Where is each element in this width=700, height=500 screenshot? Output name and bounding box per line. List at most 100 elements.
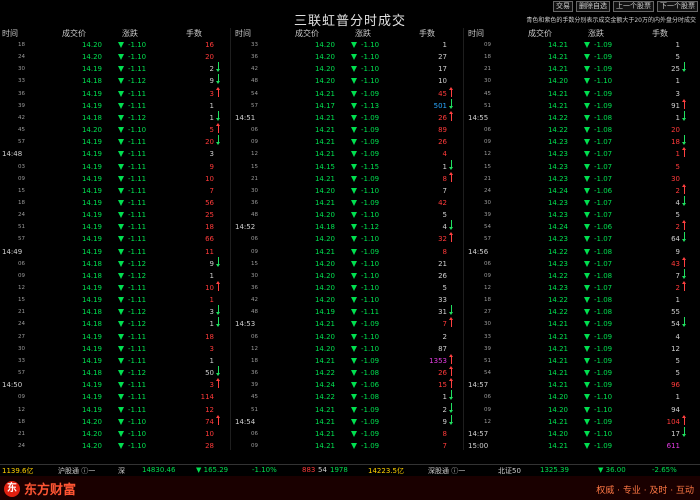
tick-row[interactable]: 36 14.22 -1.08 26 — [233, 366, 466, 379]
tick-row[interactable]: 33 14.21 -1.09 4 — [466, 330, 699, 343]
tick-row[interactable]: 42 14.18 -1.12 1 — [0, 110, 233, 124]
tick-row[interactable]: 06 14.18 -1.12 9 — [0, 256, 233, 270]
tick-row[interactable]: 15 14.23 -1.07 5 — [466, 160, 699, 173]
tick-row[interactable]: 39 14.19 -1.11 1 — [0, 99, 233, 112]
tick-row[interactable]: 18 14.20 -1.10 74 — [0, 414, 233, 428]
tick-row[interactable]: 06 14.20 -1.10 32 — [233, 232, 466, 245]
tick-row[interactable]: 12 14.19 -1.11 10 — [0, 281, 233, 294]
tick-row[interactable]: 33 14.18 -1.12 9 — [0, 74, 233, 87]
tick-row[interactable]: 12 14.20 -1.10 87 — [233, 342, 466, 355]
tick-row[interactable]: 15 14.15 -1.15 1 — [233, 159, 466, 173]
tick-row[interactable]: 24 14.20 -1.10 28 — [0, 439, 233, 452]
tick-row[interactable]: 21 14.21 -1.09 25 — [466, 62, 699, 75]
tick-row[interactable]: 54 14.21 -1.09 45 — [233, 86, 466, 100]
prev-stock-button[interactable]: 上一个股票 — [613, 1, 654, 12]
tick-row[interactable]: 15:00 14.21 -1.09 611 — [466, 439, 699, 452]
tick-row[interactable]: 45 14.20 -1.10 5 — [0, 123, 233, 136]
tick-row[interactable]: 14:55 14.22 -1.08 1 — [466, 110, 699, 124]
tick-row[interactable]: 14:57 14.21 -1.09 96 — [466, 378, 699, 391]
tick-row[interactable]: 30 14.20 -1.10 1 — [466, 74, 699, 87]
tick-row[interactable]: 21 14.18 -1.12 3 — [0, 305, 233, 318]
tick-row[interactable]: 06 14.20 -1.10 2 — [233, 330, 466, 343]
tick-row[interactable]: 30 14.19 -1.11 2 — [0, 62, 233, 75]
tick-row[interactable]: 57 14.19 -1.11 66 — [0, 232, 233, 245]
tick-row[interactable]: 54 14.21 -1.09 5 — [466, 366, 699, 379]
tick-row[interactable]: 57 14.19 -1.11 20 — [0, 135, 233, 148]
tick-row[interactable]: 51 14.21 -1.09 91 — [466, 98, 699, 112]
tick-row[interactable]: 12 14.23 -1.07 1 — [466, 147, 699, 160]
tick-row[interactable]: 14:50 14.19 -1.11 3 — [0, 378, 233, 391]
tick-row[interactable]: 36 14.19 -1.11 3 — [0, 86, 233, 100]
tick-row[interactable]: 14:54 14.21 -1.09 9 — [233, 414, 466, 428]
tick-row[interactable]: 09 14.22 -1.08 7 — [466, 268, 699, 282]
tick-row[interactable]: 39 14.23 -1.07 5 — [466, 208, 699, 221]
tick-row[interactable]: 51 14.21 -1.09 5 — [466, 354, 699, 367]
tick-row[interactable]: 30 14.21 -1.09 54 — [466, 317, 699, 330]
tick-row[interactable]: 12 14.21 -1.09 104 — [466, 414, 699, 428]
tick-row[interactable]: 09 14.19 -1.11 114 — [0, 390, 233, 403]
tick-row[interactable]: 57 14.18 -1.12 50 — [0, 366, 233, 379]
szgt-label[interactable]: 深股通 ⓘ一 — [428, 466, 465, 476]
tick-row[interactable]: 18 14.21 -1.09 5 — [466, 50, 699, 63]
tick-row[interactable]: 09 14.21 -1.09 7 — [233, 439, 466, 452]
tick-row[interactable]: 09 14.21 -1.09 1 — [466, 38, 699, 51]
trade-button[interactable]: 交易 — [553, 1, 573, 12]
tick-row[interactable]: 30 14.19 -1.11 3 — [0, 342, 233, 355]
remove-favorite-button[interactable]: 删除自选 — [576, 1, 610, 12]
tick-row[interactable]: 14:49 14.19 -1.11 11 — [0, 245, 233, 258]
tick-row[interactable]: 36 14.20 -1.10 27 — [233, 50, 466, 63]
tick-row[interactable]: 14:51 14.21 -1.09 26 — [233, 110, 466, 124]
tick-row[interactable]: 57 14.17 -1.13 501 — [233, 98, 466, 112]
tick-row[interactable]: 06 14.21 -1.09 89 — [233, 123, 466, 136]
tick-row[interactable]: 18 14.19 -1.11 56 — [0, 196, 233, 209]
tick-row[interactable]: 48 14.19 -1.11 31 — [233, 305, 466, 318]
tick-row[interactable]: 51 14.19 -1.11 18 — [0, 220, 233, 233]
tick-row[interactable]: 27 14.22 -1.08 55 — [466, 305, 699, 318]
tick-row[interactable]: 45 14.22 -1.08 1 — [233, 390, 466, 403]
tick-row[interactable]: 09 14.21 -1.09 8 — [233, 245, 466, 258]
tick-row[interactable]: 57 14.23 -1.07 64 — [466, 232, 699, 245]
tick-row[interactable]: 06 14.21 -1.09 8 — [233, 427, 466, 440]
tick-row[interactable]: 24 14.19 -1.11 25 — [0, 208, 233, 221]
tick-row[interactable]: 24 14.18 -1.12 1 — [0, 317, 233, 330]
tick-row[interactable]: 24 14.24 -1.06 2 — [466, 183, 699, 197]
tick-row[interactable]: 15 14.19 -1.11 1 — [0, 293, 233, 306]
tick-row[interactable]: 48 14.20 -1.10 5 — [233, 208, 466, 221]
tick-row[interactable]: 51 14.21 -1.09 2 — [233, 402, 466, 416]
tick-row[interactable]: 39 14.21 -1.09 12 — [466, 342, 699, 355]
tick-row[interactable]: 12 14.21 -1.09 4 — [233, 147, 466, 160]
tick-row[interactable]: 14:53 14.21 -1.09 7 — [233, 317, 466, 330]
tick-row[interactable]: 14:52 14.18 -1.12 4 — [233, 220, 466, 233]
tick-row[interactable]: 09 14.23 -1.07 18 — [466, 135, 699, 148]
tick-row[interactable]: 03 14.19 -1.11 9 — [0, 160, 233, 173]
tick-row[interactable]: 14:48 14.19 -1.11 3 — [0, 147, 233, 160]
tick-row[interactable]: 54 14.24 -1.06 2 — [466, 220, 699, 233]
tick-row[interactable]: 21 14.23 -1.07 30 — [466, 172, 699, 185]
tick-row[interactable]: 06 14.20 -1.10 1 — [466, 390, 699, 403]
tick-row[interactable]: 30 14.20 -1.10 7 — [233, 184, 466, 197]
tick-row[interactable]: 21 14.20 -1.10 10 — [0, 427, 233, 440]
tick-row[interactable]: 42 14.20 -1.10 33 — [233, 293, 466, 306]
tick-row[interactable]: 30 14.20 -1.10 26 — [233, 269, 466, 282]
tick-row[interactable]: 06 14.22 -1.08 20 — [466, 123, 699, 136]
shgt-label[interactable]: 沪股通 ⓘ一 — [58, 466, 95, 476]
tick-row[interactable]: 15 14.20 -1.10 21 — [233, 257, 466, 270]
tick-row[interactable]: 12 14.23 -1.07 2 — [466, 281, 699, 294]
next-stock-button[interactable]: 下一个股票 — [657, 1, 698, 12]
tick-row[interactable]: 09 14.19 -1.11 10 — [0, 172, 233, 185]
tick-row[interactable]: 33 14.19 -1.11 1 — [0, 354, 233, 367]
tick-row[interactable]: 14:56 14.22 -1.08 9 — [466, 245, 699, 258]
tick-row[interactable]: 15 14.19 -1.11 7 — [0, 184, 233, 197]
tick-row[interactable]: 30 14.23 -1.07 4 — [466, 195, 699, 209]
tick-row[interactable]: 48 14.20 -1.10 10 — [233, 74, 466, 87]
tick-row[interactable]: 33 14.20 -1.10 1 — [233, 38, 466, 51]
tick-row[interactable]: 18 14.20 -1.10 16 — [0, 38, 233, 51]
tick-row[interactable]: 09 14.20 -1.10 94 — [466, 403, 699, 416]
tick-row[interactable]: 45 14.21 -1.09 3 — [466, 87, 699, 100]
tick-row[interactable]: 27 14.19 -1.11 18 — [0, 330, 233, 343]
tick-row[interactable]: 09 14.18 -1.12 1 — [0, 269, 233, 282]
tick-row[interactable]: 18 14.22 -1.08 1 — [466, 293, 699, 306]
tick-row[interactable]: 21 14.21 -1.09 8 — [233, 171, 466, 185]
tick-row[interactable]: 42 14.20 -1.10 17 — [233, 62, 466, 75]
tick-row[interactable]: 18 14.21 -1.09 1353 — [233, 353, 466, 367]
